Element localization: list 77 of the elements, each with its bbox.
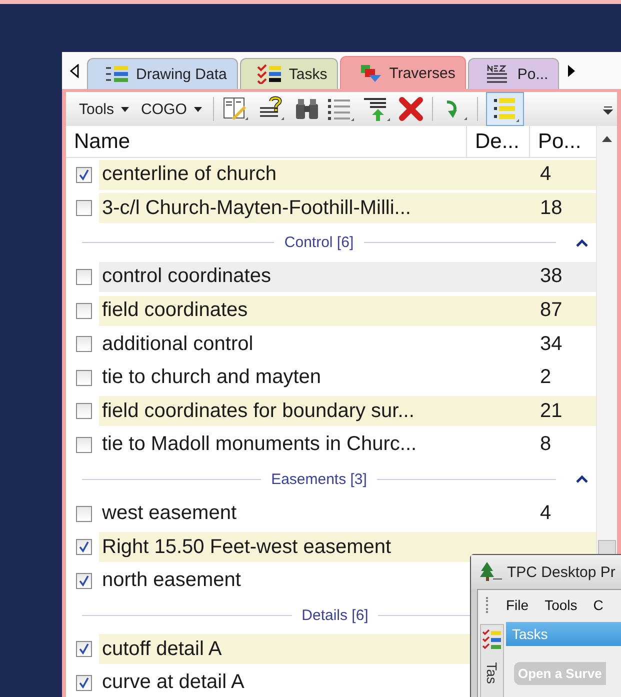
window-title: TPC Desktop Pr (507, 564, 616, 580)
collapse-icon[interactable] (576, 238, 588, 247)
checklist-icon (256, 64, 283, 84)
point-count: 8 (540, 433, 552, 456)
item-name: field coordinates for boundary sur... (102, 400, 414, 423)
binoculars-icon[interactable] (294, 96, 320, 122)
tab[interactable]: Po... (468, 58, 560, 89)
checkbox[interactable] (76, 370, 92, 386)
checkbox[interactable] (76, 200, 92, 216)
item-name: 3-c/l Church-Mayten-Foothill-Milli... (102, 196, 411, 220)
tree-icon (479, 561, 503, 583)
checkbox[interactable] (76, 674, 92, 691)
list-row[interactable]: centerline of church 4 (99, 160, 596, 190)
list-icon[interactable] (326, 96, 356, 122)
menu-button[interactable]: COGO (138, 98, 205, 120)
list-row[interactable]: additional control 34 (99, 329, 596, 360)
caret-icon (121, 106, 130, 112)
item-name: west easement (102, 502, 237, 526)
point-count: 18 (540, 196, 564, 220)
collapse-icon[interactable] (576, 475, 588, 484)
checkbox[interactable] (76, 436, 92, 453)
checkbox[interactable] (76, 268, 92, 285)
list-row[interactable]: field coordinates 87 (99, 296, 596, 326)
checkbox[interactable] (76, 166, 92, 183)
column-header[interactable]: Po... (530, 130, 596, 154)
scroll-up-icon[interactable] (602, 136, 612, 142)
point-count: 21 (540, 400, 564, 423)
list-row[interactable]: tie to Madoll monuments in Churc... 8 (99, 430, 596, 460)
list-row[interactable]: 3-c/l Church-Mayten-Foothill-Milli... 18 (99, 193, 596, 224)
checkbox[interactable] (76, 641, 92, 658)
item-name: tie to Madoll monuments in Churc... (102, 433, 417, 456)
item-name: centerline of church (102, 163, 277, 186)
item-name: field coordinates (102, 299, 248, 322)
point-count: 34 (540, 332, 564, 356)
list-row[interactable]: west easement 4 (99, 498, 596, 529)
item-name: cutoff detail A (102, 638, 222, 661)
point-count: 87 (540, 299, 564, 322)
checkbox[interactable] (76, 572, 92, 589)
point-count: 38 (540, 265, 564, 288)
checkbox[interactable] (76, 539, 92, 556)
list-view-icon[interactable] (486, 92, 524, 126)
point-count: 4 (540, 502, 552, 526)
column-header[interactable]: Name (66, 126, 467, 157)
tab[interactable]: Tasks (240, 58, 338, 89)
checkbox[interactable] (76, 336, 92, 352)
list-row[interactable]: field coordinates for boundary sur... 21 (99, 396, 596, 426)
menu-item[interactable]: C (593, 597, 604, 613)
delete-icon[interactable] (398, 96, 424, 122)
checkbox[interactable] (76, 403, 92, 420)
checkbox[interactable] (76, 506, 92, 522)
menu-item[interactable]: Tools (544, 597, 578, 613)
list-row[interactable]: Right 15.50 Feet-west easement (99, 532, 596, 562)
item-name: tie to church and mayten (102, 366, 322, 390)
item-name: additional control (102, 332, 254, 356)
group-header[interactable]: Control [6] (284, 234, 354, 252)
point-count: 4 (540, 163, 552, 186)
filter-icon[interactable] (362, 96, 392, 122)
scroll-right-icon[interactable] (567, 64, 576, 78)
scroll-left-icon[interactable] (70, 64, 79, 78)
column-header[interactable]: De... (467, 126, 530, 157)
checklist-icon (482, 629, 502, 651)
bars-icon (104, 64, 130, 84)
side-tab[interactable]: Tas (480, 624, 504, 697)
list-row[interactable]: tie to church and mayten 2 (99, 362, 596, 393)
tab[interactable]: Drawing Data (87, 58, 238, 89)
checkbox[interactable] (76, 302, 92, 319)
menu-item[interactable]: File (506, 597, 529, 613)
item-name: control coordinates (102, 265, 271, 288)
tab[interactable]: Traverses (340, 56, 466, 89)
group-header[interactable]: Details [6] (302, 606, 368, 624)
point-count: 2 (540, 366, 552, 390)
item-name: Right 15.50 Feet-west easement (102, 536, 392, 559)
menu-button[interactable]: Tools (76, 98, 132, 120)
caret-icon (194, 106, 202, 112)
group-header[interactable]: Easements [3] (271, 470, 367, 488)
list-row[interactable]: control coordinates 38 (99, 262, 596, 292)
panel-header: Tasks (506, 622, 621, 646)
